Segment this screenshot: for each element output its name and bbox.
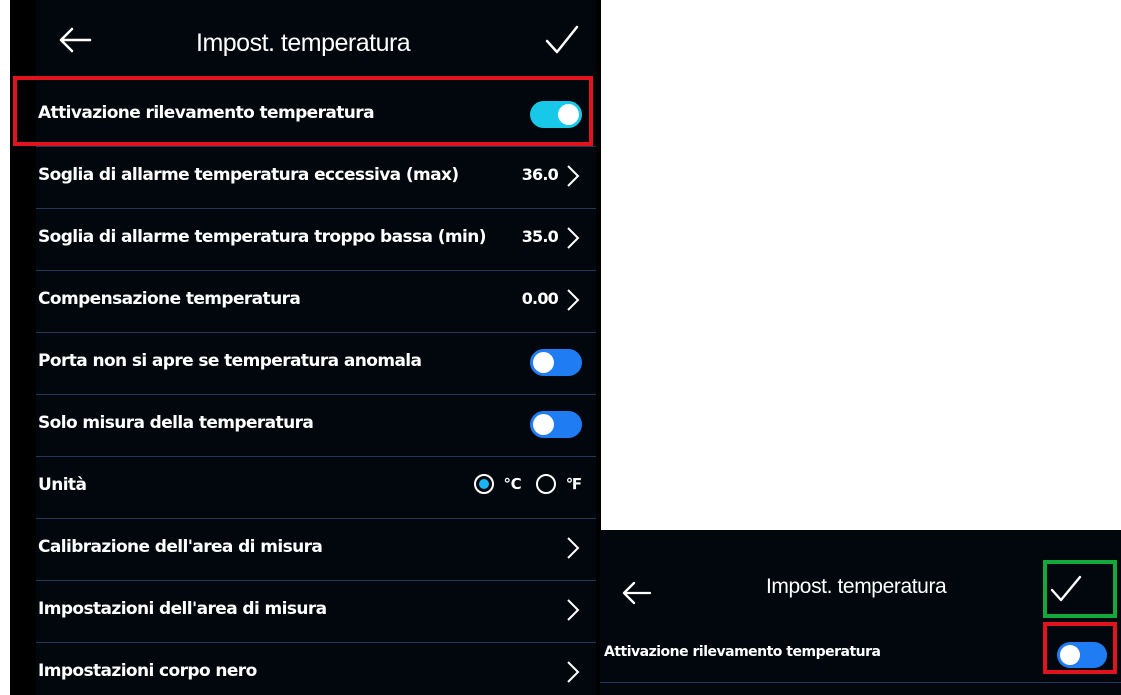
fahrenheit-radio[interactable]: [535, 474, 556, 494]
row-label: Porta non si apre se temperatura anomala: [38, 351, 422, 371]
row-blackbody-settings[interactable]: Impostazioni corpo nero: [36, 642, 596, 695]
chevron-right-icon[interactable]: [566, 164, 580, 192]
row-area-calibration[interactable]: Calibrazione dell'area di misura: [36, 518, 596, 581]
row-unit: Unità ℃ ℉: [36, 456, 596, 519]
row-label: Impostazioni dell'area di misura: [38, 599, 327, 619]
chevron-right-icon[interactable]: [566, 226, 580, 254]
row-measure-only: Solo misura della temperatura: [36, 394, 596, 457]
row-temperature-compensation[interactable]: Compensazione temperatura 0.00: [36, 270, 596, 333]
inset-screen: Impost. temperatura Attivazione rilevame…: [600, 530, 1121, 695]
highlight-box-red: [1043, 622, 1117, 674]
row-label: Solo misura della temperatura: [38, 413, 314, 433]
fahrenheit-label: ℉: [565, 475, 582, 493]
measure-only-toggle[interactable]: [530, 411, 582, 438]
row-door-no-open: Porta non si apre se temperatura anomala: [36, 332, 596, 395]
highlight-box-green: [1043, 560, 1117, 618]
toggle-knob: [533, 414, 554, 435]
row-label: Compensazione temperatura: [38, 289, 301, 309]
back-arrow-icon[interactable]: [58, 27, 92, 57]
row-label: Unità: [38, 475, 87, 495]
row-area-settings[interactable]: Impostazioni dell'area di misura: [36, 580, 596, 643]
confirm-check-icon[interactable]: [544, 24, 580, 60]
row-label: Impostazioni corpo nero: [38, 661, 257, 681]
row-max-threshold[interactable]: Soglia di allarme temperatura eccessiva …: [36, 146, 596, 209]
row-label: Soglia di allarme temperatura eccessiva …: [38, 165, 459, 185]
header: Impost. temperatura: [36, 18, 596, 76]
back-arrow-icon[interactable]: [622, 581, 652, 609]
row-label: Attivazione rilevamento temperatura: [604, 644, 881, 660]
page-title: Impost. temperatura: [196, 29, 411, 57]
row-min-threshold[interactable]: Soglia di allarme temperatura troppo bas…: [36, 208, 596, 271]
row-label: Calibrazione dell'area di misura: [38, 537, 323, 557]
toggle-knob: [533, 352, 554, 373]
min-threshold-value: 35.0: [521, 227, 559, 246]
door-no-open-toggle[interactable]: [530, 349, 582, 376]
compensation-value: 0.00: [521, 289, 559, 308]
celsius-radio[interactable]: [473, 474, 494, 494]
celsius-label: ℃: [503, 475, 522, 493]
chevron-right-icon[interactable]: [566, 536, 580, 564]
chevron-right-icon[interactable]: [566, 598, 580, 626]
page-title: Impost. temperatura: [766, 575, 947, 598]
row-label: Soglia di allarme temperatura troppo bas…: [38, 227, 487, 247]
chevron-right-icon[interactable]: [566, 288, 580, 316]
highlight-box-red: [13, 76, 593, 146]
chevron-right-icon[interactable]: [566, 660, 580, 688]
max-threshold-value: 36.0: [521, 165, 559, 184]
unit-radio-group: ℃ ℉: [473, 474, 582, 494]
main-screen: Impost. temperatura Attivazione rilevame…: [10, 0, 601, 695]
